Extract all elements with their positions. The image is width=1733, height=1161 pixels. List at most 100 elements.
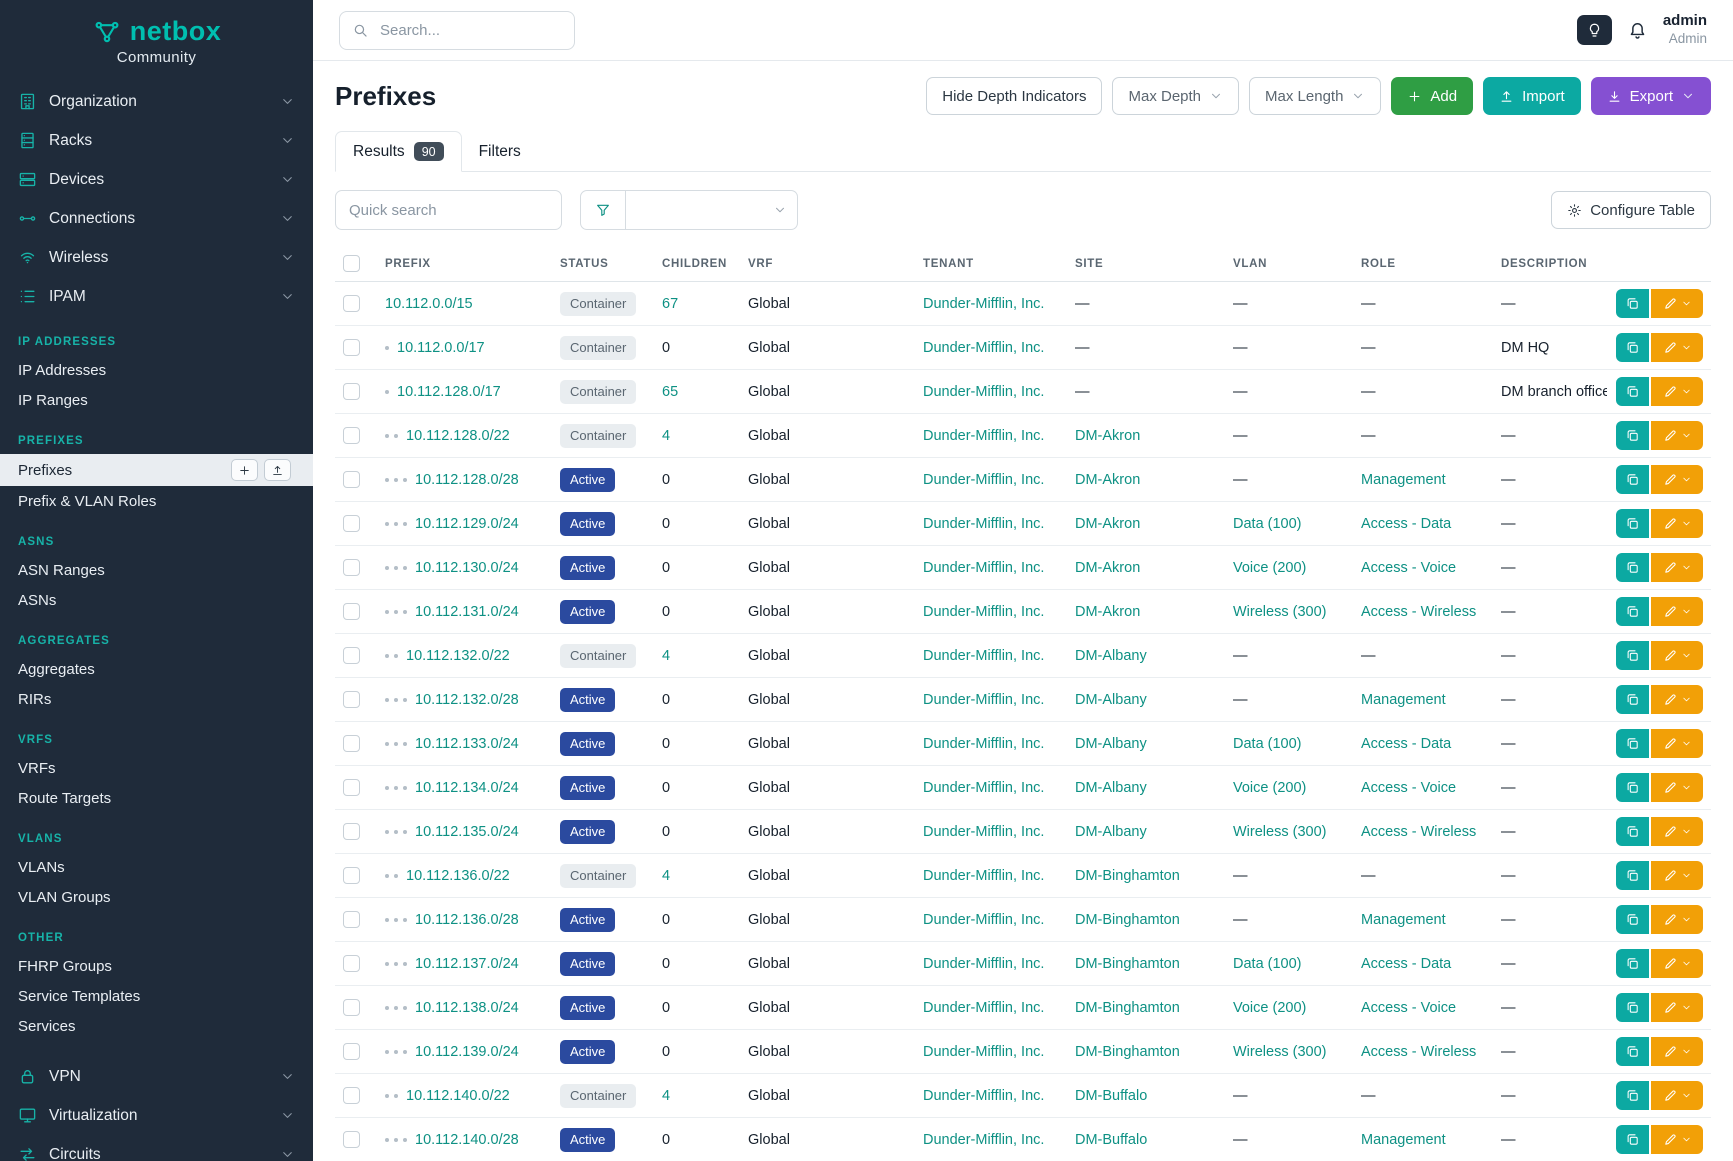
row-checkbox[interactable] — [343, 911, 360, 928]
role-link[interactable]: Access - Voice — [1361, 780, 1456, 796]
sidebar-item-rirs[interactable]: RIRs — [0, 684, 313, 714]
sidebar-item-vlans[interactable]: VLANs — [0, 852, 313, 882]
role-link[interactable]: Management — [1361, 912, 1446, 928]
copy-button[interactable] — [1616, 993, 1649, 1022]
export-button[interactable]: Export — [1591, 77, 1711, 115]
edit-button[interactable] — [1651, 597, 1703, 626]
prefix-link[interactable]: 10.112.140.0/28 — [415, 1132, 519, 1148]
site-link[interactable]: DM-Albany — [1075, 780, 1147, 796]
children-count-link[interactable]: 67 — [662, 296, 678, 312]
site-link[interactable]: DM-Akron — [1075, 428, 1140, 444]
global-search[interactable] — [339, 11, 575, 50]
prefix-link[interactable]: 10.112.140.0/22 — [406, 1088, 510, 1104]
sidebar-menu-virtualization[interactable]: Virtualization — [0, 1096, 313, 1135]
prefix-link[interactable]: 10.112.135.0/24 — [415, 824, 519, 840]
sidebar-item-ip-ranges[interactable]: IP Ranges — [0, 385, 313, 415]
max-length-dropdown[interactable]: Max Length — [1249, 77, 1381, 115]
vlan-link[interactable]: Voice (200) — [1233, 780, 1306, 796]
copy-button[interactable] — [1616, 1037, 1649, 1066]
column-header-vlan[interactable]: VLAN — [1225, 246, 1353, 282]
vlan-link[interactable]: Data (100) — [1233, 956, 1302, 972]
prefix-link[interactable]: 10.112.130.0/24 — [415, 560, 519, 576]
column-header-status[interactable]: STATUS — [552, 246, 654, 282]
edit-button[interactable] — [1651, 1037, 1703, 1066]
column-header-children[interactable]: CHILDREN — [654, 246, 740, 282]
tenant-link[interactable]: Dunder-Mifflin, Inc. — [923, 472, 1044, 488]
edit-button[interactable] — [1651, 817, 1703, 846]
sidebar-item-vlan-groups[interactable]: VLAN Groups — [0, 882, 313, 912]
prefix-link[interactable]: 10.112.132.0/22 — [406, 648, 510, 664]
filter-button[interactable] — [580, 190, 626, 230]
tenant-link[interactable]: Dunder-Mifflin, Inc. — [923, 824, 1044, 840]
children-count-link[interactable]: 4 — [662, 1088, 670, 1104]
prefix-link[interactable]: 10.112.132.0/28 — [415, 692, 519, 708]
prefix-link[interactable]: 10.112.128.0/28 — [415, 472, 519, 488]
edit-button[interactable] — [1651, 949, 1703, 978]
tenant-link[interactable]: Dunder-Mifflin, Inc. — [923, 956, 1044, 972]
copy-button[interactable] — [1616, 1125, 1649, 1154]
site-link[interactable]: DM-Binghamton — [1075, 912, 1180, 928]
sidebar-item-prefix-vlan-roles[interactable]: Prefix & VLAN Roles — [0, 486, 313, 516]
copy-button[interactable] — [1616, 861, 1649, 890]
sidebar-menu-devices[interactable]: Devices — [0, 160, 313, 199]
tenant-link[interactable]: Dunder-Mifflin, Inc. — [923, 912, 1044, 928]
row-checkbox[interactable] — [343, 603, 360, 620]
edit-button[interactable] — [1651, 993, 1703, 1022]
row-checkbox[interactable] — [343, 823, 360, 840]
copy-button[interactable] — [1616, 729, 1649, 758]
edit-button[interactable] — [1651, 509, 1703, 538]
children-count-link[interactable]: 4 — [662, 868, 670, 884]
row-checkbox[interactable] — [343, 339, 360, 356]
max-depth-dropdown[interactable]: Max Depth — [1112, 77, 1239, 115]
site-link[interactable]: DM-Akron — [1075, 516, 1140, 532]
sidebar-item-prefixes[interactable]: Prefixes — [0, 454, 313, 486]
vlan-link[interactable]: Data (100) — [1233, 736, 1302, 752]
sidebar-item-ip-addresses[interactable]: IP Addresses — [0, 355, 313, 385]
site-link[interactable]: DM-Binghamton — [1075, 1044, 1180, 1060]
prefix-link[interactable]: 10.112.133.0/24 — [415, 736, 519, 752]
site-link[interactable]: DM-Albany — [1075, 692, 1147, 708]
site-link[interactable]: DM-Albany — [1075, 824, 1147, 840]
edit-button[interactable] — [1651, 1125, 1703, 1154]
sidebar-item-asns[interactable]: ASNs — [0, 585, 313, 615]
column-header-vrf[interactable]: VRF — [740, 246, 915, 282]
sidebar-menu-organization[interactable]: Organization — [0, 82, 313, 121]
role-link[interactable]: Management — [1361, 1132, 1446, 1148]
tenant-link[interactable]: Dunder-Mifflin, Inc. — [923, 868, 1044, 884]
edit-button[interactable] — [1651, 905, 1703, 934]
row-checkbox[interactable] — [343, 779, 360, 796]
children-count-link[interactable]: 65 — [662, 384, 678, 400]
vlan-link[interactable]: Voice (200) — [1233, 1000, 1306, 1016]
sidebar-item-asn-ranges[interactable]: ASN Ranges — [0, 555, 313, 585]
edit-button[interactable] — [1651, 861, 1703, 890]
site-link[interactable]: DM-Akron — [1075, 560, 1140, 576]
column-header-prefix[interactable]: PREFIX — [377, 246, 552, 282]
role-link[interactable]: Access - Data — [1361, 956, 1451, 972]
edit-button[interactable] — [1651, 289, 1703, 318]
site-link[interactable]: DM-Akron — [1075, 472, 1140, 488]
tenant-link[interactable]: Dunder-Mifflin, Inc. — [923, 340, 1044, 356]
sidebar-menu-circuits[interactable]: Circuits — [0, 1135, 313, 1161]
copy-button[interactable] — [1616, 685, 1649, 714]
column-header-tenant[interactable]: TENANT — [915, 246, 1067, 282]
configure-table-button[interactable]: Configure Table — [1551, 191, 1711, 229]
row-checkbox[interactable] — [343, 647, 360, 664]
copy-button[interactable] — [1616, 465, 1649, 494]
prefix-link[interactable]: 10.112.128.0/22 — [406, 428, 510, 444]
quick-import-button[interactable] — [264, 459, 291, 481]
sidebar-item-service-templates[interactable]: Service Templates — [0, 981, 313, 1011]
sidebar-item-route-targets[interactable]: Route Targets — [0, 783, 313, 813]
column-header-site[interactable]: SITE — [1067, 246, 1225, 282]
tenant-link[interactable]: Dunder-Mifflin, Inc. — [923, 1000, 1044, 1016]
sidebar-menu-wireless[interactable]: Wireless — [0, 238, 313, 277]
row-checkbox[interactable] — [343, 427, 360, 444]
quick-search-input[interactable] — [335, 190, 562, 230]
tenant-link[interactable]: Dunder-Mifflin, Inc. — [923, 1044, 1044, 1060]
role-link[interactable]: Access - Data — [1361, 516, 1451, 532]
site-link[interactable]: DM-Albany — [1075, 736, 1147, 752]
select-all-checkbox[interactable] — [343, 255, 360, 272]
theme-toggle-button[interactable] — [1577, 15, 1612, 45]
edit-button[interactable] — [1651, 377, 1703, 406]
row-checkbox[interactable] — [343, 691, 360, 708]
tenant-link[interactable]: Dunder-Mifflin, Inc. — [923, 560, 1044, 576]
